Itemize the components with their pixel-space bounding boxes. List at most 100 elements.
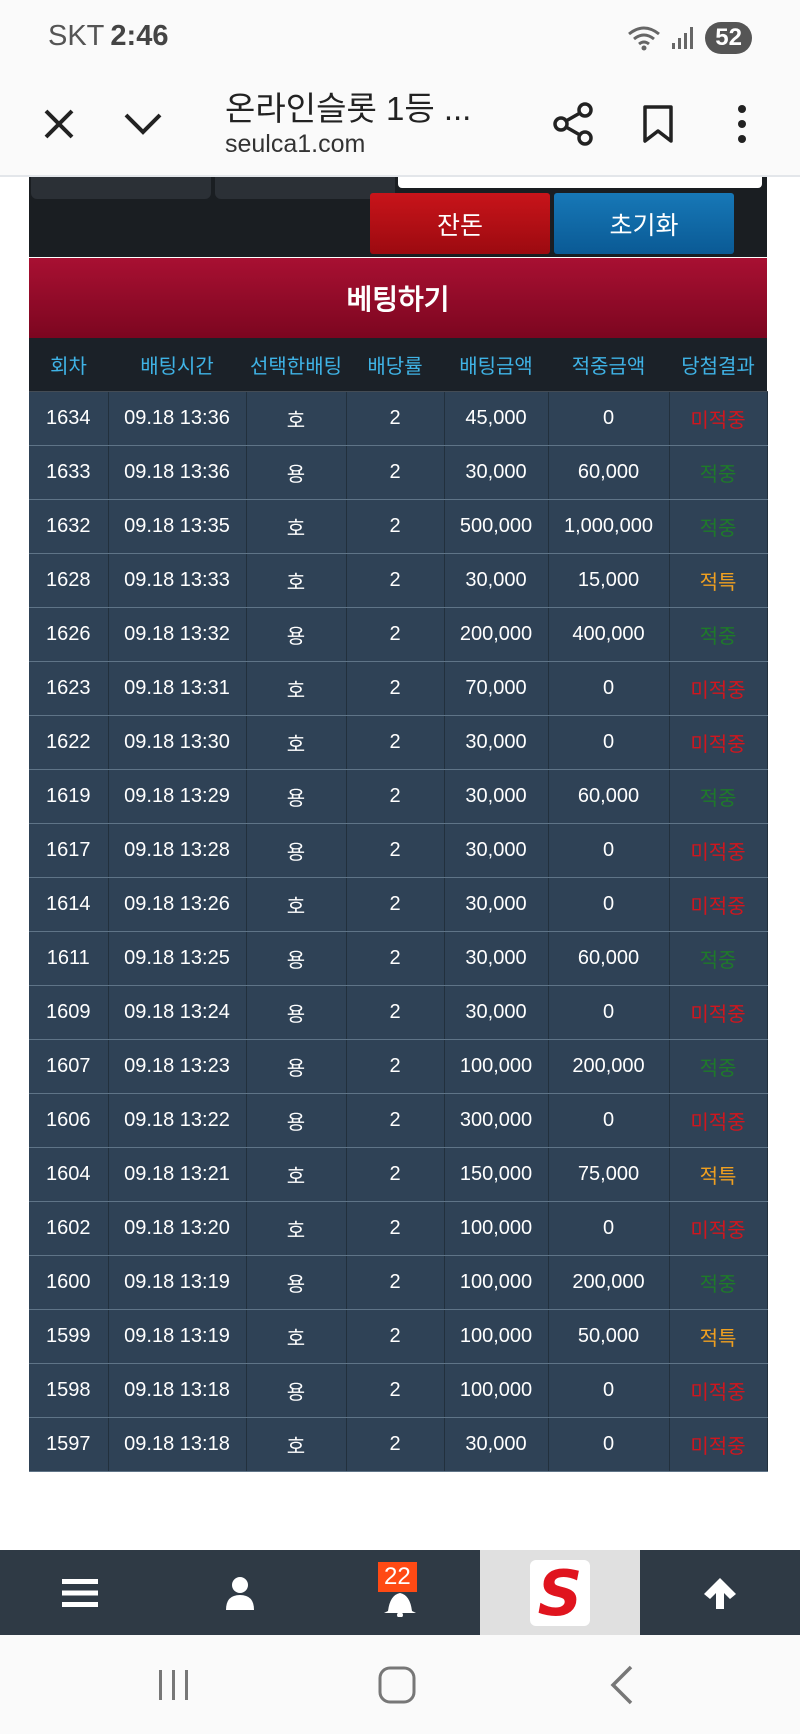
cell-odds: 2	[346, 877, 445, 932]
cell-time: 09.18 13:25	[108, 931, 247, 986]
balance-button[interactable]: 잔돈	[370, 193, 550, 254]
clock: 2:46	[110, 20, 169, 52]
cell-bet-amount: 30,000	[444, 877, 549, 932]
cell-time: 09.18 13:28	[108, 823, 247, 878]
close-icon[interactable]	[33, 98, 85, 150]
cell-odds: 2	[346, 1201, 445, 1256]
cell-time: 09.18 13:36	[108, 445, 247, 500]
table-row: 1602 09.18 13:20 호 2 100,000 0 미적중	[29, 1201, 768, 1256]
cell-choice: 호	[246, 553, 347, 608]
cell-result: 적중	[669, 931, 768, 986]
cell-odds: 2	[346, 661, 445, 716]
cell-bet-amount: 30,000	[444, 823, 549, 878]
cell-result: 미적중	[669, 985, 768, 1040]
page-url[interactable]: seulca1.com	[225, 130, 365, 159]
cell-bet-amount: 70,000	[444, 661, 549, 716]
cell-time: 09.18 13:18	[108, 1417, 247, 1472]
panel-tab-2[interactable]	[215, 177, 395, 199]
table-row: 1609 09.18 13:24 용 2 30,000 0 미적중	[29, 985, 768, 1040]
cell-bet-amount: 500,000	[444, 499, 549, 554]
cell-round: 1604	[29, 1147, 109, 1202]
cell-choice: 용	[246, 1255, 347, 1310]
table-row: 1600 09.18 13:19 용 2 100,000 200,000 적중	[29, 1255, 768, 1310]
cell-bet-amount: 200,000	[444, 607, 549, 662]
cell-win-amount: 75,000	[548, 1147, 670, 1202]
cell-bet-amount: 30,000	[444, 445, 549, 500]
cell-choice: 호	[246, 1201, 347, 1256]
user-icon[interactable]	[160, 1550, 320, 1635]
cell-time: 09.18 13:26	[108, 877, 247, 932]
cell-round: 1632	[29, 499, 109, 554]
cell-odds: 2	[346, 607, 445, 662]
chevron-down-icon[interactable]	[117, 98, 169, 150]
back-icon[interactable]	[592, 1660, 652, 1710]
cell-round: 1614	[29, 877, 109, 932]
table-row: 1634 09.18 13:36 호 2 45,000 0 미적중	[29, 391, 768, 446]
status-bar: SKT 2:46 52	[0, 0, 800, 70]
cell-round: 1633	[29, 445, 109, 500]
cell-choice: 호	[246, 661, 347, 716]
cell-win-amount: 0	[548, 1093, 670, 1148]
cell-choice: 호	[246, 1309, 347, 1364]
panel-tab-1[interactable]	[31, 177, 211, 199]
home-icon[interactable]	[367, 1660, 427, 1710]
system-navigation	[0, 1635, 800, 1734]
cell-odds: 2	[346, 1309, 445, 1364]
table-row: 1623 09.18 13:31 호 2 70,000 0 미적중	[29, 661, 768, 716]
cell-choice: 용	[246, 769, 347, 824]
reset-button[interactable]: 초기화	[554, 193, 734, 254]
cell-bet-amount: 30,000	[444, 1417, 549, 1472]
cell-result: 미적중	[669, 715, 768, 770]
site-logo[interactable]: S	[480, 1550, 640, 1635]
cell-odds: 2	[346, 985, 445, 1040]
cell-choice: 용	[246, 823, 347, 878]
table-header-row: 회차 배팅시간 선택한배팅 배당률 배팅금액 적중금액 당첨결과	[29, 338, 767, 392]
cell-round: 1626	[29, 607, 109, 662]
more-menu-icon[interactable]	[716, 98, 768, 150]
battery-indicator: 52	[705, 22, 752, 54]
cell-round: 1634	[29, 391, 109, 446]
cell-result: 적특	[669, 553, 768, 608]
cell-choice: 용	[246, 985, 347, 1040]
cell-round: 1600	[29, 1255, 109, 1310]
scroll-top-icon[interactable]	[640, 1550, 800, 1635]
menu-icon[interactable]	[0, 1550, 160, 1635]
cell-win-amount: 0	[548, 661, 670, 716]
cell-choice: 용	[246, 931, 347, 986]
cell-odds: 2	[346, 1147, 445, 1202]
amount-input[interactable]	[398, 177, 762, 188]
cell-odds: 2	[346, 823, 445, 878]
col-header-time: 배팅시간	[108, 338, 246, 392]
cell-result: 미적중	[669, 823, 768, 878]
cell-odds: 2	[346, 553, 445, 608]
table-row: 1633 09.18 13:36 용 2 30,000 60,000 적중	[29, 445, 768, 500]
cell-time: 09.18 13:31	[108, 661, 247, 716]
table-row: 1598 09.18 13:18 용 2 100,000 0 미적중	[29, 1363, 768, 1418]
cell-time: 09.18 13:22	[108, 1093, 247, 1148]
cell-result: 미적중	[669, 1093, 768, 1148]
cell-bet-amount: 30,000	[444, 769, 549, 824]
cell-choice: 호	[246, 1417, 347, 1472]
cell-choice: 호	[246, 499, 347, 554]
share-icon[interactable]	[548, 98, 600, 150]
cell-result: 적중	[669, 769, 768, 824]
system-icons: 52	[627, 22, 752, 54]
recent-apps-icon[interactable]	[144, 1660, 204, 1710]
col-header-round: 회차	[29, 338, 108, 392]
cell-time: 09.18 13:19	[108, 1309, 247, 1364]
cell-win-amount: 400,000	[548, 607, 670, 662]
notification-badge: 22	[378, 1562, 417, 1592]
cell-time: 09.18 13:20	[108, 1201, 247, 1256]
betting-history-table: 회차 배팅시간 선택한배팅 배당률 배팅금액 적중금액 당첨결과 1634 09.…	[29, 338, 768, 1472]
cell-result: 미적중	[669, 1201, 768, 1256]
cell-choice: 용	[246, 1039, 347, 1094]
cell-round: 1617	[29, 823, 109, 878]
bookmark-icon[interactable]	[632, 98, 684, 150]
cell-bet-amount: 100,000	[444, 1363, 549, 1418]
cell-odds: 2	[346, 1417, 445, 1472]
cell-result: 적중	[669, 1039, 768, 1094]
cell-win-amount: 1,000,000	[548, 499, 670, 554]
cell-choice: 용	[246, 445, 347, 500]
logo-letter: S	[538, 1558, 583, 1628]
cell-round: 1598	[29, 1363, 109, 1418]
